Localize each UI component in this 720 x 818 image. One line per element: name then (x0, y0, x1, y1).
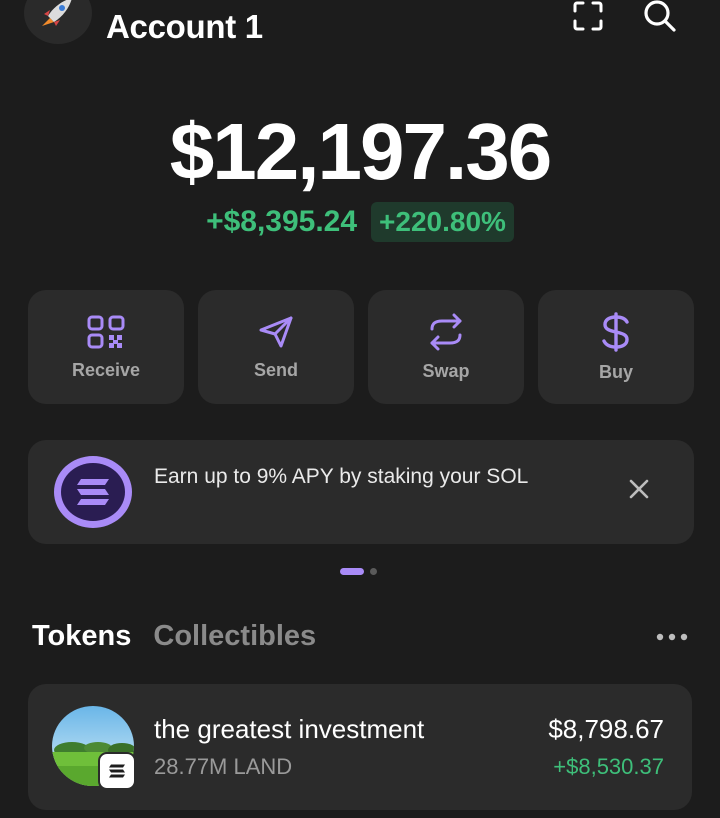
more-options-button[interactable] (654, 630, 690, 644)
tab-tokens[interactable]: Tokens (32, 620, 131, 653)
token-amount: 28.77M LAND (154, 754, 293, 779)
search-button[interactable] (638, 0, 682, 38)
asset-tabs: Tokens Collectibles (32, 620, 316, 653)
more-icon (656, 633, 688, 641)
receive-label: Receive (71, 359, 141, 380)
qr-code-icon (87, 315, 125, 348)
buy-button[interactable]: Buy (538, 290, 694, 404)
dollar-icon (602, 311, 629, 352)
scan-icon (573, 1, 603, 31)
change-percent-badge: +220.80% (371, 202, 514, 242)
balance-change: +$8,395.24 +220.80% (0, 202, 720, 242)
total-balance: $12,197.36 (169, 107, 552, 196)
swap-label: Swap (422, 360, 470, 381)
staking-banner[interactable]: Earn up to 9% APY by staking your SOL (28, 440, 694, 544)
solana-badge (54, 456, 132, 528)
receive-button[interactable]: Receive (28, 290, 184, 404)
banner-text: Earn up to 9% APY by staking your SOL (154, 465, 529, 488)
send-label: Send (253, 359, 298, 380)
send-icon (259, 316, 293, 347)
account-avatar[interactable] (24, 0, 92, 44)
rocket-icon (42, 0, 72, 26)
token-change: +$8,530.37 (553, 754, 664, 779)
send-button[interactable]: Send (198, 290, 354, 404)
banner-pager (340, 568, 377, 575)
change-amount: +$8,395.24 (206, 205, 358, 238)
token-name: the greatest investment (154, 714, 425, 744)
buy-label: Buy (598, 361, 633, 382)
action-bar: Receive Send Swap Buy (28, 290, 694, 404)
swap-button[interactable]: Swap (368, 290, 524, 404)
pager-dot-active[interactable] (340, 568, 364, 575)
token-row[interactable]: the greatest investment 28.77M LAND $8,7… (28, 684, 692, 810)
solana-icon (109, 764, 125, 778)
tab-collectibles[interactable]: Collectibles (153, 620, 316, 653)
banner-close-button[interactable] (628, 478, 650, 505)
header: Account 1 (0, 0, 720, 60)
swap-icon (430, 313, 462, 350)
solana-icon (77, 479, 109, 505)
close-icon (629, 479, 649, 499)
token-value: $8,798.67 (548, 714, 664, 744)
account-name[interactable]: Account 1 (106, 8, 263, 46)
search-icon (644, 0, 676, 32)
scan-button[interactable] (566, 0, 610, 38)
solana-chain-badge (98, 752, 136, 790)
pager-dot[interactable] (370, 568, 377, 575)
